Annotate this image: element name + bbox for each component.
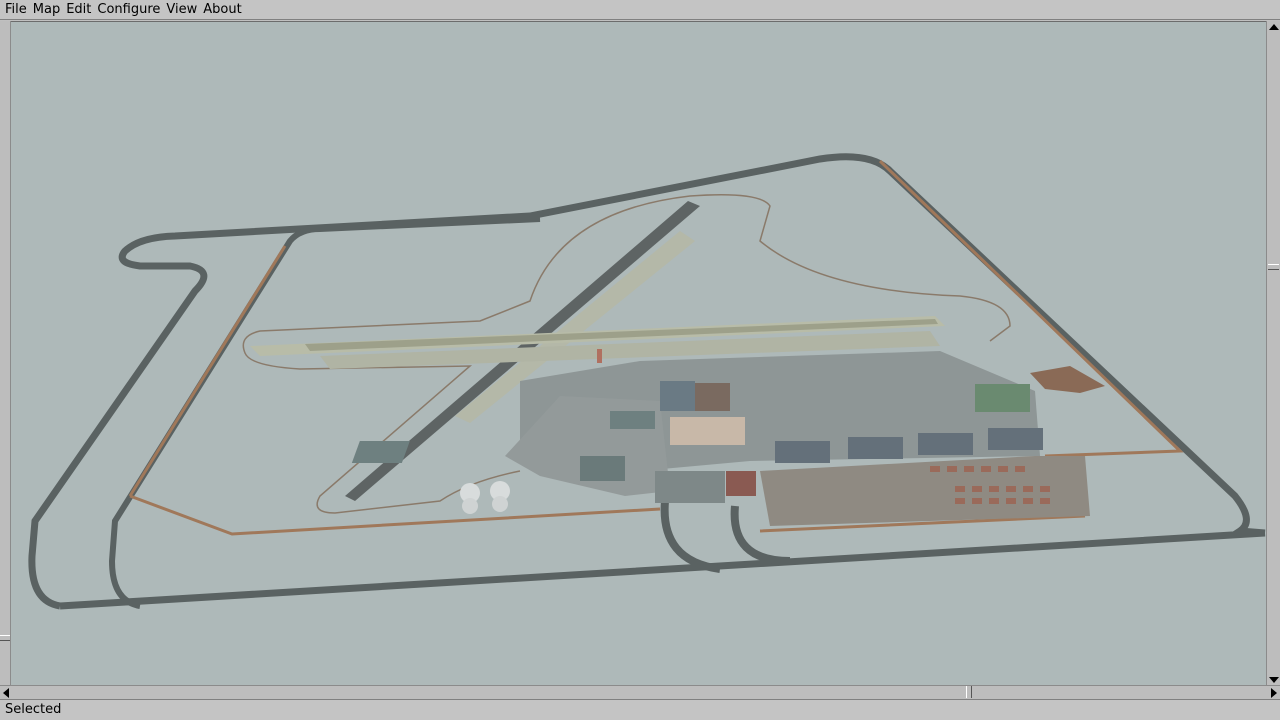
status-text: Selected xyxy=(5,702,62,717)
arrow-right-icon[interactable] xyxy=(1271,688,1277,698)
arrow-up-icon[interactable] xyxy=(1269,24,1279,30)
arrow-left-icon[interactable] xyxy=(3,688,9,698)
menu-map[interactable]: Map xyxy=(29,0,62,20)
menu-configure[interactable]: Configure xyxy=(93,0,162,20)
airport-scene xyxy=(28,153,1266,610)
hangar xyxy=(351,441,410,463)
menu-edit[interactable]: Edit xyxy=(62,0,93,20)
menu-file[interactable]: File xyxy=(0,0,29,20)
vertical-scroll-thumb[interactable] xyxy=(1268,264,1279,270)
scroll-grip[interactable] xyxy=(0,635,10,641)
status-bar: Selected xyxy=(0,699,1280,720)
control-tower xyxy=(597,349,602,363)
map-viewport[interactable] xyxy=(0,21,1280,686)
menubar: File Map Edit Configure View About xyxy=(0,0,1280,20)
menu-view[interactable]: View xyxy=(162,0,199,20)
arrow-down-icon[interactable] xyxy=(1269,677,1279,683)
terminal-building xyxy=(655,471,725,503)
left-scrollbar[interactable] xyxy=(0,21,11,685)
dock-area xyxy=(1030,366,1105,393)
vertical-scrollbar[interactable] xyxy=(1266,21,1280,685)
horizontal-scroll-thumb[interactable] xyxy=(966,686,972,698)
menu-about[interactable]: About xyxy=(199,0,243,20)
horizontal-scrollbar[interactable] xyxy=(0,685,1280,699)
